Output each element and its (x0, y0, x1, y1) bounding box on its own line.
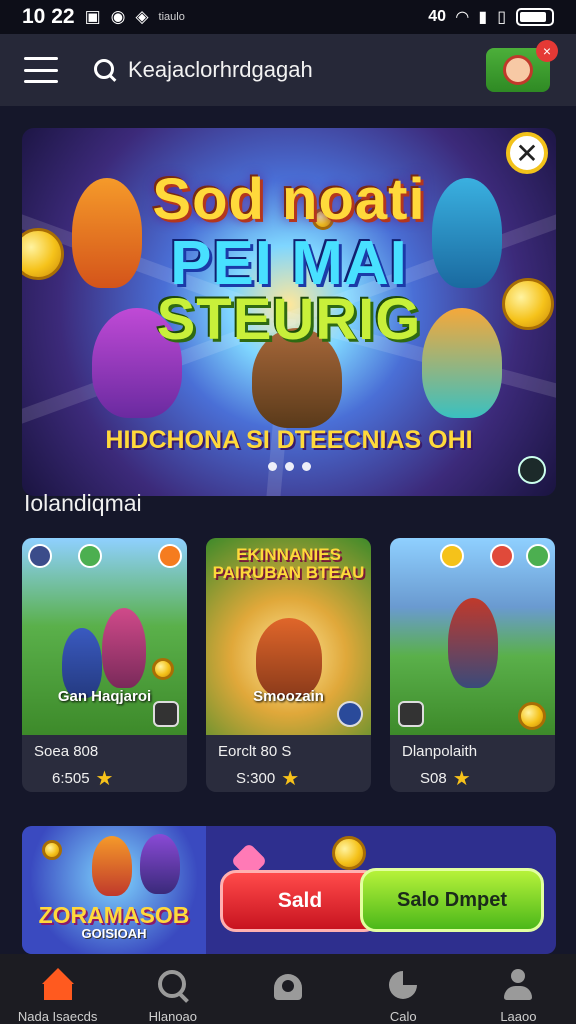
card-meta: S:300 ★ (236, 766, 299, 791)
badge-icon (518, 456, 546, 484)
sale-deposit-button[interactable]: Salo Dmpet (360, 868, 544, 932)
card-title: Soea 808 (34, 743, 99, 760)
player-icon (158, 544, 182, 568)
menu-icon[interactable] (24, 57, 58, 83)
edit-icon[interactable] (337, 701, 363, 727)
character-runner (448, 598, 498, 688)
search-input[interactable]: Keajaclorhrdgagah (128, 57, 313, 83)
game-card[interactable]: Gan Haqjaroi Soea 808 6:505 ★ (22, 538, 187, 792)
battery-icon (516, 8, 554, 26)
game-thumbnail: Gan Haqjaroi (22, 538, 187, 735)
carousel-dot[interactable] (301, 462, 311, 471)
status-bar: 10 22 ▣ ◉ ◈ tiaulo 40 ◠ ▮ ▯ (0, 0, 576, 34)
bag-icon (271, 968, 305, 1002)
search-icon[interactable] (92, 57, 118, 83)
coin-icon (332, 836, 366, 870)
coin-icon (518, 702, 546, 730)
notification-badge: × (536, 40, 558, 62)
player-icon (440, 544, 464, 568)
image-notification-icon: ▣ (84, 7, 101, 26)
wifi-icon: ◠ (456, 9, 469, 26)
person-icon (501, 968, 535, 1001)
game-card[interactable]: EKINNANIES PAIRUBAN BTEAU Smoozain Eorcl… (206, 538, 371, 792)
status-time: 10 22 (22, 5, 75, 28)
card-title: Eorclt 80 S (218, 743, 292, 760)
share-icon[interactable] (153, 701, 179, 727)
nav-search[interactable]: Hlanoao (115, 954, 230, 1024)
nav-home[interactable]: Nada Isaecds (0, 954, 115, 1024)
nav-stats[interactable]: Calo (346, 954, 461, 1024)
avatar (503, 55, 533, 85)
star-icon: ★ (95, 768, 114, 790)
game-thumbnail: EKINNANIES PAIRUBAN BTEAU Smoozain (206, 538, 371, 735)
coin-icon (152, 658, 174, 680)
profile-button[interactable]: × (486, 40, 558, 92)
status-signal-text: 40 (428, 8, 447, 25)
player-icon (28, 544, 52, 568)
search-icon (156, 968, 190, 1001)
promo-art[interactable]: ZORAMASOB GOISIOAH (22, 826, 206, 954)
sim-icon: ▯ (497, 9, 506, 26)
nav-label: Nada Isaecds (17, 1009, 98, 1024)
promo-art-title: ZORAMASOB (38, 902, 190, 928)
section-title: Iolandiqmai (24, 490, 142, 516)
status-tiny-text: tiaulo (158, 11, 185, 23)
nav-label: Hlanoao (148, 1009, 198, 1024)
location-icon: ◉ (110, 7, 126, 26)
close-icon[interactable]: ✕ (506, 132, 548, 174)
promo-art-subtitle: GOISIOAH (81, 926, 147, 941)
carousel-dot[interactable] (284, 462, 294, 471)
player-icon (78, 544, 102, 568)
card-meta: S08 ★ (420, 766, 471, 791)
star-icon: ★ (281, 768, 300, 790)
card-big-title: EKINNANIES PAIRUBAN BTEAU (212, 545, 365, 582)
game-thumbnail (390, 538, 555, 735)
banner-title-line3: STEURIG (156, 287, 422, 352)
star-icon: ★ (452, 768, 471, 790)
banner-title-line1: Sod noati (152, 167, 426, 232)
banner-subtitle: HIDCHONA SI DTEECNIAS OHI (105, 426, 473, 454)
nav-label: Calo (389, 1009, 417, 1024)
chart-icon (386, 968, 420, 1001)
card-meta: 6:505 ★ (52, 766, 113, 791)
character-fox (256, 618, 322, 698)
nav-label: Laaoo (500, 1009, 537, 1024)
app-header: Keajaclorhrdgagah × (0, 34, 576, 106)
promo-panel: ZORAMASOB GOISIOAH Sald Salo Dmpet (22, 826, 556, 954)
cell-signal-icon: ▮ (478, 9, 488, 26)
character-fox (92, 836, 132, 896)
card-title: Dlanpolaith (402, 743, 478, 760)
nav-store[interactable] (230, 954, 345, 1024)
game-card[interactable]: Dlanpolaith S08 ★ (390, 538, 555, 792)
player-icon (490, 544, 514, 568)
nav-profile[interactable]: Laaoo (461, 954, 576, 1024)
player-icon (526, 544, 550, 568)
sale-button[interactable]: Sald (220, 870, 380, 932)
app-notification-icon: ◈ (135, 7, 149, 26)
card-meta-value: S08 (420, 770, 447, 787)
controller-icon[interactable] (398, 701, 424, 727)
bottom-nav: Nada Isaecds Hlanoao Calo Laaoo (0, 954, 576, 1024)
character-cat (102, 608, 146, 688)
hero-banner[interactable]: Sod noati PEI MAI STEURIG HIDCHONA SI DT… (22, 128, 556, 496)
carousel-indicator[interactable] (22, 462, 556, 471)
coin-icon (42, 840, 62, 860)
character-hero (140, 834, 180, 894)
card-meta-value: 6:505 (52, 770, 90, 787)
search-bar[interactable]: Keajaclorhrdgagah (92, 57, 313, 83)
home-icon (41, 968, 75, 1001)
card-meta-value: S:300 (236, 770, 276, 787)
carousel-dot[interactable] (267, 462, 277, 471)
